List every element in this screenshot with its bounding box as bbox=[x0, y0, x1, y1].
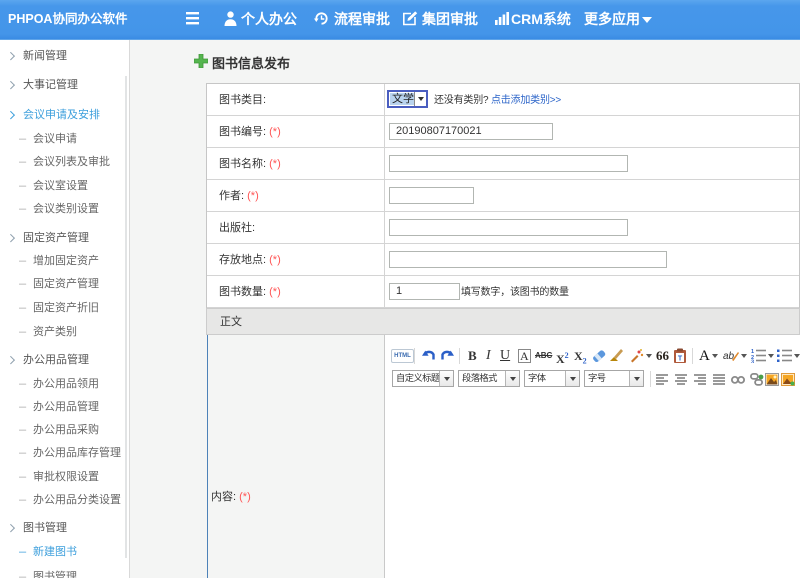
svg-text:3: 3 bbox=[751, 360, 754, 364]
svg-text:T: T bbox=[678, 356, 683, 363]
